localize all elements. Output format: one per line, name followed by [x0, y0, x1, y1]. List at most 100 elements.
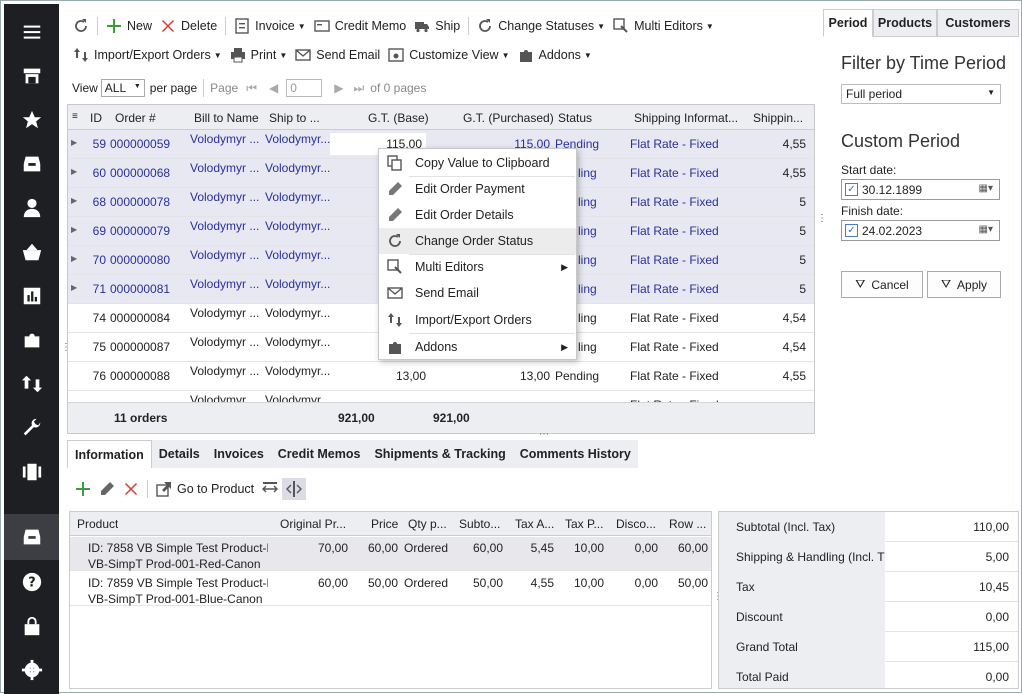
pcol-tax-amount[interactable]: Tax A...	[515, 517, 554, 531]
table-row[interactable]: ID: 7858 VB Simple Test Product-Red VB-Si…	[70, 537, 711, 571]
edit-order-details-menu-item[interactable]: Edit Order Details	[379, 202, 576, 228]
split-view-button[interactable]	[282, 478, 307, 500]
col-gt-base[interactable]: G.T. (Base)	[368, 111, 429, 125]
send-email-button[interactable]: Send Email	[291, 44, 384, 66]
view-select[interactable]: ALL ▼	[100, 79, 145, 97]
tab-period[interactable]: Period	[823, 9, 873, 37]
credit-memo-button[interactable]: Credit Memo	[310, 15, 411, 37]
change-statuses-dropdown[interactable]: Change Statuses ▼	[473, 15, 609, 37]
copy-value-menu-item[interactable]: Copy Value to Clipboard	[379, 150, 576, 176]
col-ship-info[interactable]: Shipping Informat...	[634, 111, 738, 125]
user-icon[interactable]	[4, 188, 59, 228]
sidebar-splitter[interactable]: ⋮	[61, 342, 71, 353]
settings-gear-icon[interactable]	[4, 650, 59, 690]
new-button[interactable]: New	[102, 15, 156, 37]
orders-icon[interactable]	[4, 514, 59, 560]
col-shipping[interactable]: Shippin...	[753, 111, 803, 125]
col-status[interactable]: Status	[558, 111, 592, 125]
start-date-checkbox[interactable]: ✓	[845, 183, 858, 196]
send-email-menu-item[interactable]: Send Email	[379, 280, 576, 306]
pcol-original-price[interactable]: Original Pr...	[280, 517, 346, 531]
last-page-icon[interactable]: ⏭	[353, 81, 364, 96]
cell-product-name: ID: 7858 VB Simple Test Product-Red	[88, 541, 268, 555]
inbox-icon[interactable]	[4, 144, 59, 184]
tab-products[interactable]: Products	[873, 9, 937, 37]
tab-shipments-tracking[interactable]: Shipments & Tracking	[367, 440, 513, 468]
wrench-icon[interactable]	[4, 408, 59, 448]
pcol-row-total[interactable]: Row ...	[669, 517, 706, 531]
basket-icon[interactable]	[4, 232, 59, 272]
horizontal-splitter[interactable]: ⋯	[539, 429, 549, 440]
fit-columns-button[interactable]	[258, 478, 282, 500]
tab-details[interactable]: Details	[151, 440, 207, 468]
tab-credit-memos[interactable]: Credit Memos	[270, 440, 368, 468]
sync-arrows-icon[interactable]	[4, 364, 59, 404]
finish-date-field[interactable]: ✓ 24.02.2023 ▦▾	[841, 220, 1000, 241]
import-export-menu-item[interactable]: Import/Export Orders	[379, 307, 576, 333]
pcol-tax-percent[interactable]: Tax P...	[565, 517, 603, 531]
filter-panel: Period Products Customers Filter by Time…	[821, 9, 1019, 309]
addons-dropdown[interactable]: Addons ▼	[514, 44, 596, 66]
col-ship-to[interactable]: Ship to ...	[269, 111, 320, 125]
table-row[interactable]: ID: 7859 VB Simple Test Product-Blue VB-S…	[70, 572, 711, 606]
column-chooser-icon[interactable]: ≡	[72, 111, 78, 122]
addons-menu-item[interactable]: Addons ▶	[379, 334, 576, 360]
go-to-product-button[interactable]: Go to Product	[152, 478, 258, 500]
multi-editors-label: Multi Editors	[634, 19, 703, 33]
cell-bill: Volodymyr ...	[190, 364, 260, 378]
chart-icon[interactable]	[4, 276, 59, 316]
calendar-icon[interactable]: ▦▾	[979, 183, 993, 194]
first-page-icon[interactable]: ⏮	[246, 81, 257, 96]
prev-page-icon[interactable]: ◀	[269, 81, 278, 95]
pcol-product[interactable]: Product	[77, 517, 118, 531]
help-icon[interactable]: ?	[4, 562, 59, 602]
toolbar-divider	[225, 17, 227, 35]
change-order-status-menu-item[interactable]: Change Order Status	[379, 228, 576, 254]
star-icon[interactable]	[4, 100, 59, 140]
tab-information[interactable]: Information	[67, 440, 152, 468]
tab-comments-history[interactable]: Comments History	[512, 440, 638, 468]
pcol-price[interactable]: Price	[371, 517, 398, 531]
delete-item-button[interactable]	[119, 478, 143, 500]
edit-item-button[interactable]	[95, 478, 119, 500]
pcol-discount[interactable]: Disco...	[616, 517, 656, 531]
col-id[interactable]: ID	[90, 111, 102, 125]
print-dropdown[interactable]: Print ▼	[226, 44, 292, 66]
table-row[interactable]: 76 000000088 Volodymyr ... Volodymyr... 13,0…	[68, 362, 814, 391]
cell-ship-info: Flat Rate - Fixed	[630, 369, 719, 383]
film-icon[interactable]	[4, 452, 59, 492]
col-bill[interactable]: Bill to Name	[194, 111, 259, 125]
invoice-dropdown[interactable]: Invoice ▼	[230, 15, 310, 37]
cancel-filter-button[interactable]: ⛛ Cancel	[841, 271, 923, 298]
puzzle-icon[interactable]	[4, 320, 59, 360]
refresh-button[interactable]	[69, 15, 93, 37]
multi-editors-dropdown[interactable]: Multi Editors ▼	[609, 15, 718, 37]
next-page-icon[interactable]: ▶	[334, 81, 343, 95]
ship-button[interactable]: Ship	[410, 15, 464, 37]
page-input[interactable]: 0	[286, 79, 323, 97]
apply-filter-button[interactable]: ⛛ Apply	[927, 271, 1001, 298]
col-order[interactable]: Order #	[115, 111, 156, 125]
import-export-dropdown[interactable]: Import/Export Orders ▼	[69, 44, 226, 66]
menu-icon[interactable]	[4, 12, 59, 52]
tab-invoices[interactable]: Invoices	[206, 440, 271, 468]
menu-item-label: Edit Order Payment	[415, 182, 525, 196]
start-date-field[interactable]: ✓ 30.12.1899 ▦▾	[841, 179, 1000, 200]
store-icon[interactable]	[4, 56, 59, 96]
tab-customers[interactable]: Customers	[937, 9, 1019, 37]
edit-order-payment-menu-item[interactable]: Edit Order Payment	[379, 176, 576, 202]
period-select[interactable]: Full period ▼	[841, 84, 1001, 104]
view-label: View	[72, 81, 98, 95]
cell-disc: 0,00	[634, 541, 658, 555]
pcol-subtotal[interactable]: Subto...	[459, 517, 500, 531]
lock-icon[interactable]	[4, 606, 59, 646]
col-gt-purch[interactable]: G.T. (Purchased)	[463, 111, 554, 125]
multi-editors-menu-item[interactable]: Multi Editors ▶	[379, 254, 576, 280]
pcol-qty[interactable]: Qty p...	[408, 517, 447, 531]
customize-view-dropdown[interactable]: Customize View ▼	[384, 44, 513, 66]
delete-button[interactable]: Delete	[156, 15, 221, 37]
add-item-button[interactable]	[71, 478, 95, 500]
svg-text:?: ?	[28, 576, 35, 591]
calendar-icon[interactable]: ▦▾	[979, 224, 993, 235]
finish-date-checkbox[interactable]: ✓	[845, 224, 858, 237]
